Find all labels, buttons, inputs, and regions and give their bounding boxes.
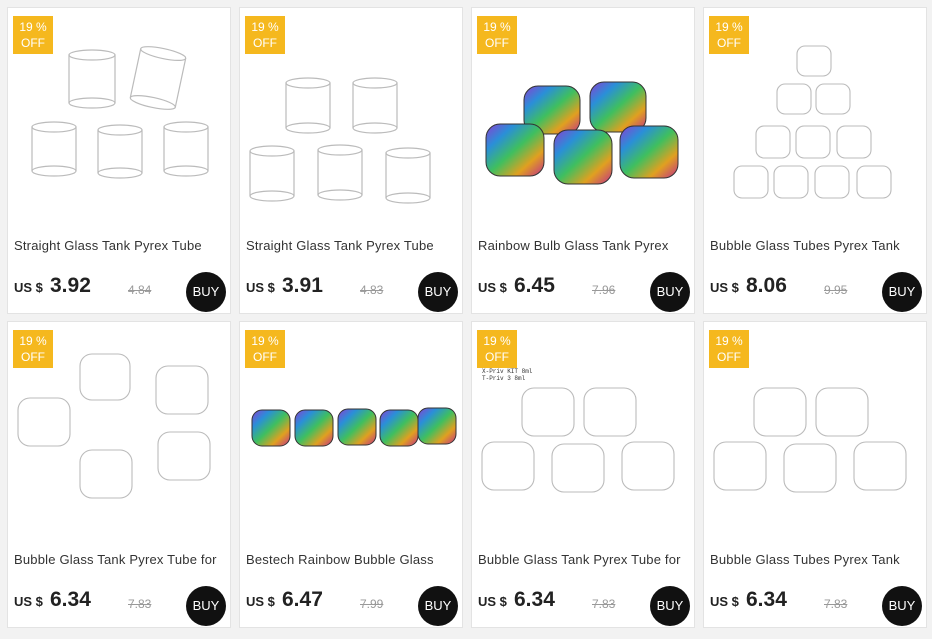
current-price: 6.34 (514, 588, 555, 611)
discount-percent: 19 % (19, 20, 47, 34)
currency-label: US $ (246, 280, 275, 295)
product-title[interactable]: Straight Glass Tank Pyrex Tube (14, 238, 228, 253)
price-row: US $ 6.45 7.96 BUY (478, 272, 692, 312)
product-title[interactable]: Bubble Glass Tubes Pyrex Tank (710, 238, 924, 253)
discount-off-label: OFF (485, 350, 509, 364)
current-price: 6.34 (50, 588, 91, 611)
currency-label: US $ (246, 594, 275, 609)
original-price: 4.84 (128, 283, 152, 297)
discount-badge: 19 % OFF (13, 16, 53, 54)
discount-off-label: OFF (21, 350, 45, 364)
buy-button[interactable]: BUY (418, 586, 458, 626)
product-title[interactable]: Rainbow Bulb Glass Tank Pyrex (478, 238, 692, 253)
currency-label: US $ (14, 280, 43, 295)
buy-button[interactable]: BUY (650, 272, 690, 312)
discount-percent: 19 % (251, 20, 279, 34)
discount-off-label: OFF (253, 36, 277, 50)
product-card[interactable]: 19 % OFF Bubble Glass Tubes Pyrex Tank U… (703, 7, 927, 314)
discount-badge: 19 % OFF (709, 16, 749, 54)
buy-button[interactable]: BUY (882, 586, 922, 626)
buy-button[interactable]: BUY (186, 586, 226, 626)
buy-button[interactable]: BUY (186, 272, 226, 312)
price-row: US $ 3.91 4.83 BUY (246, 272, 460, 312)
discount-badge: 19 % OFF (245, 330, 285, 368)
product-card[interactable]: 19 % OFF Straight Glass Tank Pyrex Tube … (239, 7, 463, 314)
original-price: 4.83 (360, 283, 384, 297)
price-row: US $ 6.34 7.83 BUY (14, 586, 228, 626)
current-price: 8.06 (746, 274, 787, 297)
currency-label: US $ (14, 594, 43, 609)
original-price: 9.95 (824, 283, 848, 297)
buy-button[interactable]: BUY (650, 586, 690, 626)
product-card[interactable]: 19 % OFF Rainbow Bulb Glass Tank Pyrex U… (471, 7, 695, 314)
discount-percent: 19 % (715, 334, 743, 348)
product-title[interactable]: Straight Glass Tank Pyrex Tube (246, 238, 460, 253)
price-row: US $ 6.34 7.83 BUY (710, 586, 924, 626)
product-grid: 19 % OFF Straight Glass Tank Pyrex Tube … (0, 0, 932, 639)
discount-percent: 19 % (483, 334, 511, 348)
product-card[interactable]: ce 8ml e kit 8ml TA 4ML l 6.5ml X-Priv K… (471, 321, 695, 628)
discount-off-label: OFF (253, 350, 277, 364)
original-price: 7.83 (824, 597, 848, 611)
original-price: 7.83 (592, 597, 616, 611)
discount-percent: 19 % (19, 334, 47, 348)
product-card[interactable]: 19 % OFF Bubble Glass Tank Pyrex Tube fo… (7, 321, 231, 628)
discount-badge: 19 % OFF (477, 16, 517, 54)
discount-percent: 19 % (483, 20, 511, 34)
discount-off-label: OFF (717, 350, 741, 364)
current-price: 6.45 (514, 274, 555, 297)
product-title[interactable]: Bubble Glass Tank Pyrex Tube for (478, 552, 692, 567)
discount-badge: 19 % OFF (245, 16, 285, 54)
discount-badge: 19 % OFF (13, 330, 53, 368)
product-card[interactable]: 19 % OFF Bubble Glass Tubes Pyrex Tank U… (703, 321, 927, 628)
currency-label: US $ (710, 594, 739, 609)
product-title[interactable]: Bubble Glass Tank Pyrex Tube for (14, 552, 228, 567)
original-price: 7.96 (592, 283, 616, 297)
discount-off-label: OFF (485, 36, 509, 50)
product-card[interactable]: 19 % OFF Bestech Rainbow Bubble Glass US… (239, 321, 463, 628)
current-price: 6.47 (282, 588, 323, 611)
current-price: 3.91 (282, 274, 323, 297)
currency-label: US $ (710, 280, 739, 295)
discount-off-label: OFF (21, 36, 45, 50)
product-title[interactable]: Bubble Glass Tubes Pyrex Tank (710, 552, 924, 567)
discount-badge: 19 % OFF (709, 330, 749, 368)
price-row: US $ 6.47 7.99 BUY (246, 586, 460, 626)
price-row: US $ 8.06 9.95 BUY (710, 272, 924, 312)
product-title[interactable]: Bestech Rainbow Bubble Glass (246, 552, 460, 567)
current-price: 3.92 (50, 274, 91, 297)
buy-button[interactable]: BUY (882, 272, 922, 312)
original-price: 7.83 (128, 597, 152, 611)
discount-badge: 19 % OFF (477, 330, 517, 368)
current-price: 6.34 (746, 588, 787, 611)
product-card[interactable]: 19 % OFF Straight Glass Tank Pyrex Tube … (7, 7, 231, 314)
buy-button[interactable]: BUY (418, 272, 458, 312)
currency-label: US $ (478, 594, 507, 609)
discount-percent: 19 % (251, 334, 279, 348)
currency-label: US $ (478, 280, 507, 295)
price-row: US $ 6.34 7.83 BUY (478, 586, 692, 626)
discount-off-label: OFF (717, 36, 741, 50)
discount-percent: 19 % (715, 20, 743, 34)
price-row: US $ 3.92 4.84 BUY (14, 272, 228, 312)
original-price: 7.99 (360, 597, 384, 611)
